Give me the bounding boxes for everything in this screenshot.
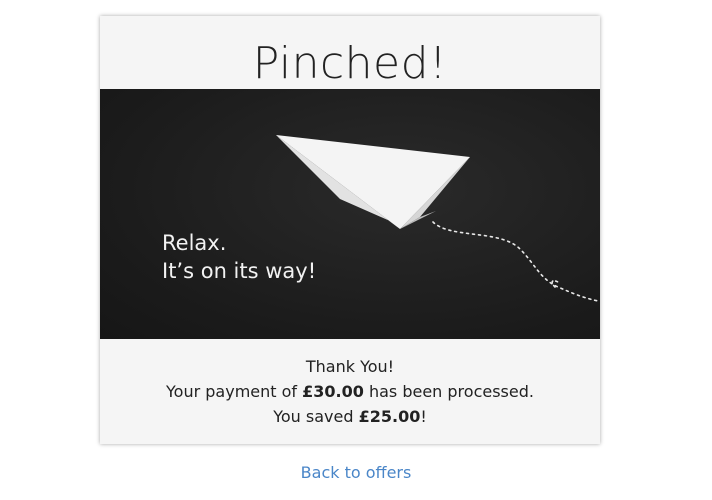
payment-status-text: Your payment of £30.00 has been processe… [100,379,600,404]
success-banner: Relax. It’s on its way! [100,89,600,339]
plane-trail [432,221,599,302]
page: Pinched! Relax. It’s on its way! Thank Y… [0,0,712,500]
paper-plane-icon [276,135,599,302]
saved-amount: £25.00 [358,407,421,426]
banner-subline: It’s on its way! [162,259,317,283]
payment-suffix: has been processed. [363,382,534,401]
payment-amount: £30.00 [302,382,364,401]
saved-prefix: You saved [273,407,359,426]
page-title: Pinched! [252,38,448,89]
payment-prefix: Your payment of [166,382,303,401]
back-to-offers-link[interactable]: Back to offers [0,462,712,484]
banner-headline: Relax. [162,231,227,255]
plane-wing-top [276,135,470,229]
payment-message: Thank You! Your payment of £30.00 has be… [100,354,600,429]
savings-text: You saved £25.00! [100,404,600,429]
saved-suffix: ! [420,407,427,426]
thank-you-text: Thank You! [305,357,395,376]
confirmation-card: Pinched! Relax. It’s on its way! Thank Y… [100,16,600,444]
